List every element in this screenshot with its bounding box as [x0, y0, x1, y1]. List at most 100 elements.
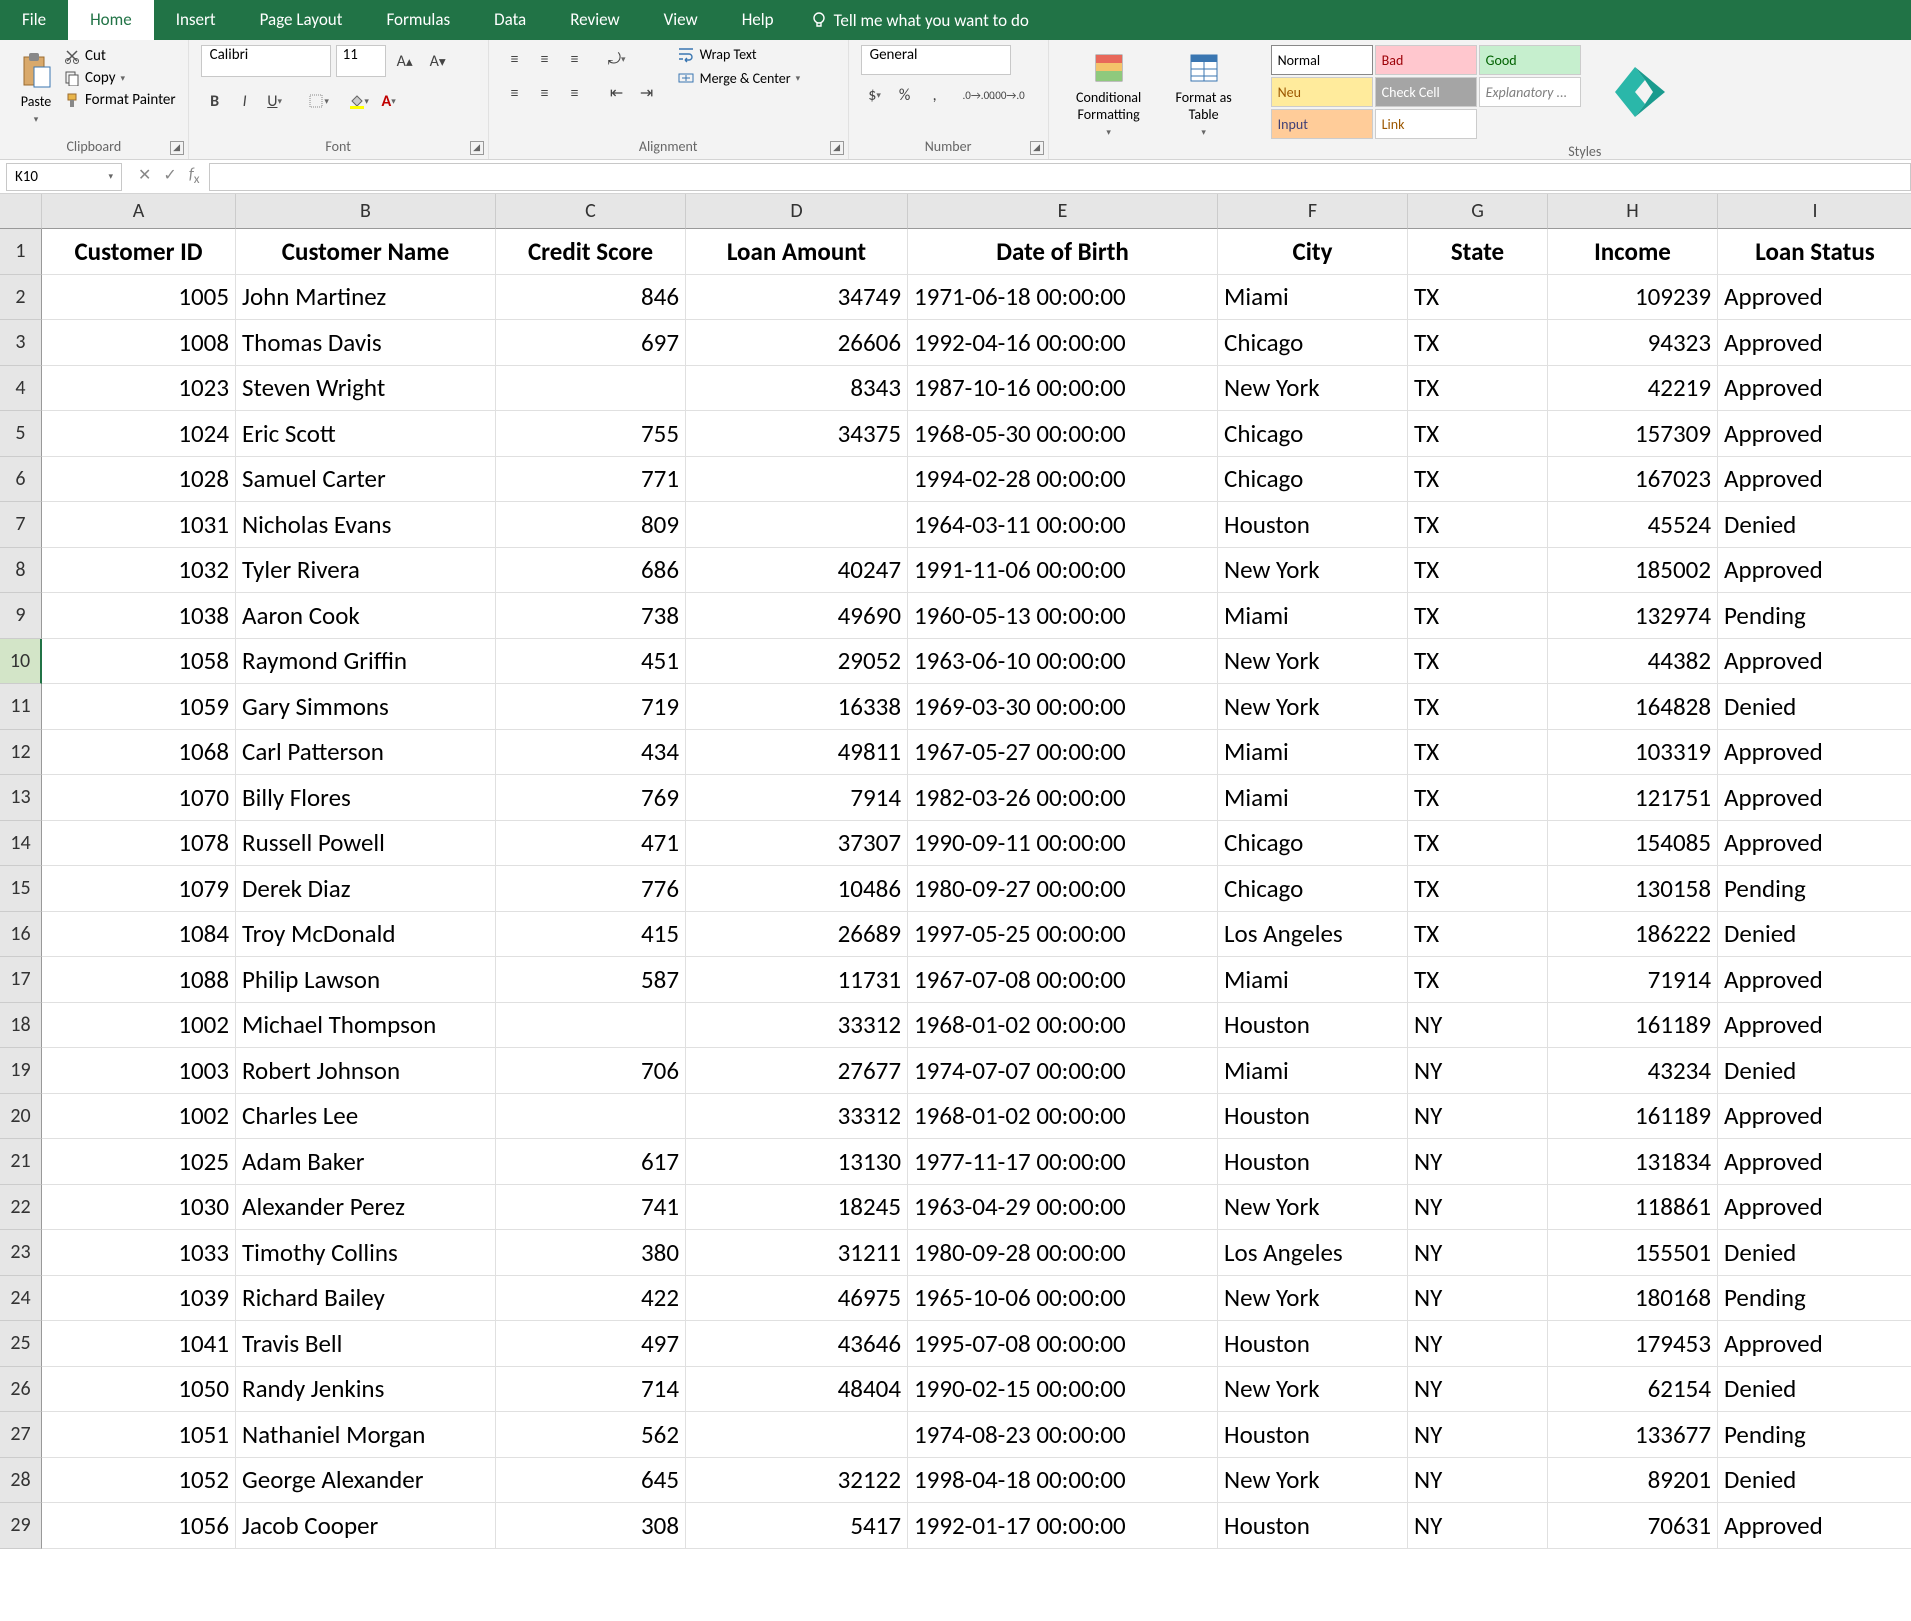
cell[interactable]: 1088: [42, 957, 236, 1003]
column-header-B[interactable]: B: [236, 194, 496, 229]
increase-font-button[interactable]: A▴: [391, 47, 419, 75]
tab-formulas[interactable]: Formulas: [364, 0, 472, 40]
cell[interactable]: 1998-04-18 00:00:00: [908, 1458, 1218, 1504]
row-header[interactable]: 27: [0, 1412, 42, 1458]
cell[interactable]: 1031: [42, 502, 236, 548]
cell[interactable]: NY: [1408, 1367, 1548, 1413]
paste-button[interactable]: Paste▾: [12, 45, 60, 131]
cell[interactable]: 62154: [1548, 1367, 1718, 1413]
cell[interactable]: [496, 366, 686, 412]
row-header[interactable]: 15: [0, 866, 42, 912]
cell[interactable]: New York: [1218, 639, 1408, 685]
copy-button[interactable]: Copy▾: [64, 69, 176, 87]
cell[interactable]: Approved: [1718, 1185, 1911, 1231]
font-size-select[interactable]: 11: [336, 45, 386, 77]
conditional-formatting-button[interactable]: Conditional Formatting▾: [1061, 45, 1157, 144]
decrease-decimal-button[interactable]: .00→.0: [995, 81, 1023, 109]
cell[interactable]: Pending: [1718, 1412, 1911, 1458]
cell[interactable]: 1990-09-11 00:00:00: [908, 821, 1218, 867]
cell[interactable]: 686: [496, 548, 686, 594]
row-header[interactable]: 25: [0, 1321, 42, 1367]
cell[interactable]: TX: [1408, 411, 1548, 457]
cell[interactable]: 380: [496, 1230, 686, 1276]
cell[interactable]: 1974-08-23 00:00:00: [908, 1412, 1218, 1458]
cell[interactable]: 48404: [686, 1367, 908, 1413]
cell[interactable]: 714: [496, 1367, 686, 1413]
cell[interactable]: TX: [1408, 320, 1548, 366]
fx-icon[interactable]: fx: [189, 165, 200, 187]
cell[interactable]: 1969-03-30 00:00:00: [908, 684, 1218, 730]
cell[interactable]: 451: [496, 639, 686, 685]
row-header[interactable]: 4: [0, 366, 42, 412]
cell[interactable]: Approved: [1718, 320, 1911, 366]
cell[interactable]: 1002: [42, 1094, 236, 1140]
cell[interactable]: 562: [496, 1412, 686, 1458]
cell[interactable]: 26606: [686, 320, 908, 366]
cell[interactable]: 1023: [42, 366, 236, 412]
cell[interactable]: Chicago: [1218, 320, 1408, 366]
cell[interactable]: NY: [1408, 1458, 1548, 1504]
cell[interactable]: 109239: [1548, 275, 1718, 321]
cell[interactable]: NY: [1408, 1276, 1548, 1322]
cell[interactable]: 29052: [686, 639, 908, 685]
cell[interactable]: 1005: [42, 275, 236, 321]
column-header-G[interactable]: G: [1408, 194, 1548, 229]
cell[interactable]: 776: [496, 866, 686, 912]
cell[interactable]: Approved: [1718, 411, 1911, 457]
cell[interactable]: 49690: [686, 593, 908, 639]
cell[interactable]: Los Angeles: [1218, 1230, 1408, 1276]
column-header-D[interactable]: D: [686, 194, 908, 229]
cell[interactable]: 1990-02-15 00:00:00: [908, 1367, 1218, 1413]
row-header[interactable]: 28: [0, 1458, 42, 1504]
cell[interactable]: Miami: [1218, 1048, 1408, 1094]
cell[interactable]: 33312: [686, 1094, 908, 1140]
cell[interactable]: 1003: [42, 1048, 236, 1094]
cell[interactable]: TX: [1408, 821, 1548, 867]
dialog-launcher-icon[interactable]: ◢: [170, 141, 184, 155]
cell[interactable]: 1070: [42, 775, 236, 821]
dialog-launcher-icon[interactable]: ◢: [470, 141, 484, 155]
cell[interactable]: 185002: [1548, 548, 1718, 594]
cell[interactable]: Randy Jenkins: [236, 1367, 496, 1413]
cell[interactable]: 179453: [1548, 1321, 1718, 1367]
percent-format-button[interactable]: %: [891, 81, 919, 109]
cell[interactable]: 415: [496, 912, 686, 958]
cell[interactable]: 1997-05-25 00:00:00: [908, 912, 1218, 958]
cell[interactable]: City: [1218, 229, 1408, 275]
cell[interactable]: 161189: [1548, 1003, 1718, 1049]
cell[interactable]: Credit Score: [496, 229, 686, 275]
cell[interactable]: Michael Thompson: [236, 1003, 496, 1049]
column-header-H[interactable]: H: [1548, 194, 1718, 229]
cell[interactable]: TX: [1408, 639, 1548, 685]
cell[interactable]: 1078: [42, 821, 236, 867]
cell[interactable]: 771: [496, 457, 686, 503]
cell[interactable]: 1002: [42, 1003, 236, 1049]
cell[interactable]: Samuel Carter: [236, 457, 496, 503]
cell[interactable]: 10486: [686, 866, 908, 912]
cell[interactable]: Denied: [1718, 684, 1911, 730]
increase-decimal-button[interactable]: .0→.00: [965, 81, 993, 109]
cell[interactable]: NY: [1408, 1185, 1548, 1231]
cell[interactable]: 1992-01-17 00:00:00: [908, 1503, 1218, 1549]
cell[interactable]: Approved: [1718, 1003, 1911, 1049]
style-good[interactable]: Good: [1479, 45, 1581, 75]
cell[interactable]: 1008: [42, 320, 236, 366]
cell[interactable]: 1974-07-07 00:00:00: [908, 1048, 1218, 1094]
cell[interactable]: 1025: [42, 1139, 236, 1185]
cell[interactable]: NY: [1408, 1003, 1548, 1049]
format-as-table-button[interactable]: Format as Table▾: [1161, 45, 1247, 144]
cell[interactable]: Thomas Davis: [236, 320, 496, 366]
cell[interactable]: New York: [1218, 1458, 1408, 1504]
row-header[interactable]: 22: [0, 1185, 42, 1231]
cell[interactable]: 1967-05-27 00:00:00: [908, 730, 1218, 776]
style-bad[interactable]: Bad: [1375, 45, 1477, 75]
cell[interactable]: [686, 457, 908, 503]
cell[interactable]: Los Angeles: [1218, 912, 1408, 958]
cell[interactable]: 34749: [686, 275, 908, 321]
cell[interactable]: Tyler Rivera: [236, 548, 496, 594]
row-header[interactable]: 9: [0, 593, 42, 639]
cell[interactable]: Derek Diaz: [236, 866, 496, 912]
cell[interactable]: 1963-04-29 00:00:00: [908, 1185, 1218, 1231]
cell[interactable]: 645: [496, 1458, 686, 1504]
cell[interactable]: Houston: [1218, 1412, 1408, 1458]
